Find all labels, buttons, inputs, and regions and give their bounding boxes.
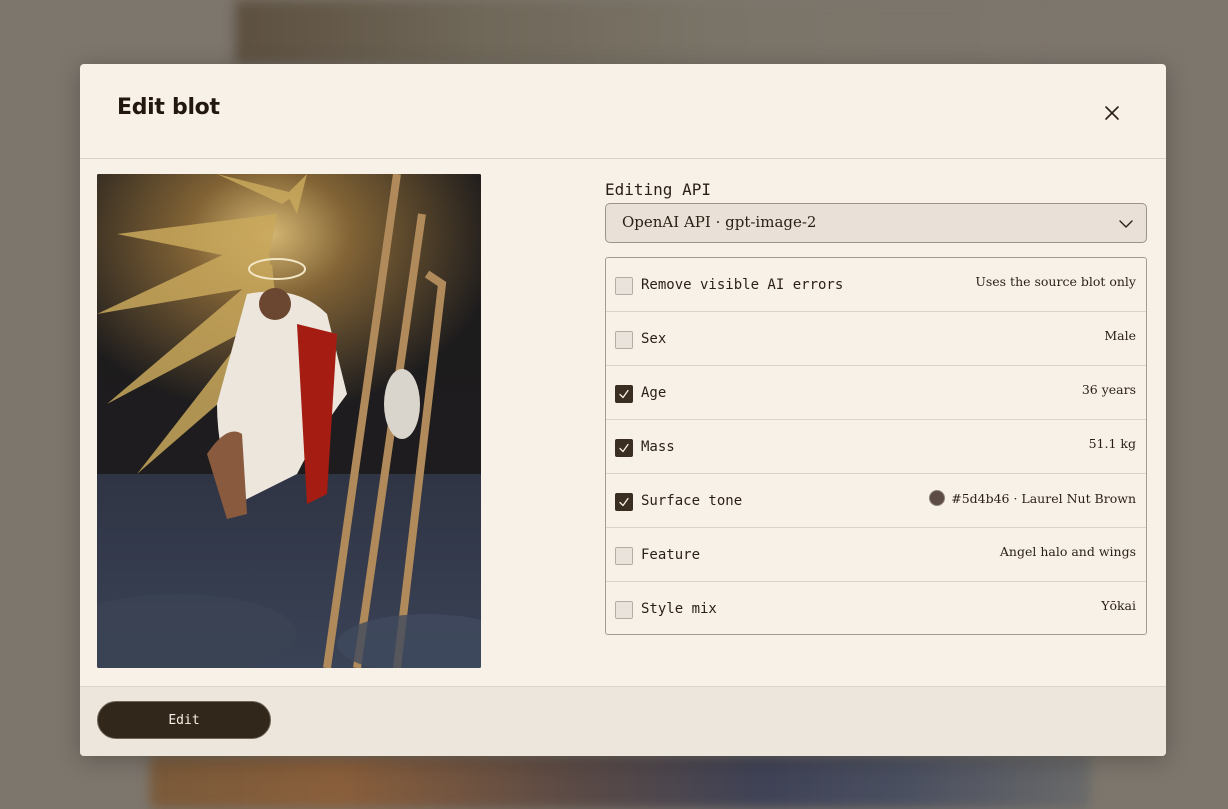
- close-icon[interactable]: [1100, 101, 1124, 125]
- option-row[interactable]: Remove visible AI errors Uses the source …: [606, 258, 1146, 312]
- edit-button[interactable]: Edit: [97, 701, 271, 739]
- option-row[interactable]: Sex Male: [606, 312, 1146, 366]
- option-value-text: Male: [1104, 328, 1136, 343]
- check-icon: [619, 443, 629, 453]
- option-checkbox[interactable]: [615, 493, 633, 511]
- option-value-text: 51.1 kg: [1088, 436, 1136, 451]
- option-checkbox[interactable]: [615, 439, 633, 457]
- option-value: 51.1 kg: [1089, 436, 1136, 451]
- option-row[interactable]: Surface tone #5d4b46 · Laurel Nut Brown: [606, 474, 1146, 528]
- editing-api-select[interactable]: OpenAI API · gpt-image-2: [605, 203, 1147, 243]
- option-value: #5d4b46 · Laurel Nut Brown: [929, 490, 1136, 506]
- option-value: Yōkai: [1101, 598, 1136, 613]
- option-row[interactable]: Age 36 years: [606, 366, 1146, 420]
- option-label: Feature: [641, 547, 701, 563]
- option-row[interactable]: Mass 51.1 kg: [606, 420, 1146, 474]
- option-value-text: #5d4b46 · Laurel Nut Brown: [951, 491, 1136, 506]
- dialog-title: Edit blot: [117, 95, 220, 120]
- option-checkbox[interactable]: [615, 385, 633, 403]
- edit-blot-dialog: Edit blot Editing API OpenAI API · gpt-i…: [80, 64, 1166, 756]
- option-label: Sex: [641, 331, 667, 347]
- editing-api-selected-value: OpenAI API · gpt-image-2: [622, 213, 817, 231]
- option-checkbox[interactable]: [615, 277, 633, 295]
- option-row[interactable]: Style mix Yōkai: [606, 582, 1146, 635]
- option-value-text: Angel halo and wings: [999, 544, 1136, 559]
- option-value-text: Yōkai: [1101, 598, 1136, 613]
- chevron-down-icon: [1118, 216, 1134, 232]
- blot-preview-image: [97, 174, 481, 668]
- check-icon: [619, 497, 629, 507]
- option-label: Remove visible AI errors: [641, 277, 844, 293]
- background-content-top: [235, 0, 1035, 64]
- option-checkbox[interactable]: [615, 601, 633, 619]
- option-label: Age: [641, 385, 667, 401]
- option-label: Mass: [641, 439, 675, 455]
- option-value: Male: [1104, 328, 1136, 343]
- option-label: Style mix: [641, 601, 717, 617]
- color-swatch: [929, 490, 946, 506]
- check-icon: [619, 389, 629, 399]
- dialog-header: Edit blot: [80, 64, 1166, 159]
- editing-api-label: Editing API: [605, 180, 711, 199]
- option-value: Angel halo and wings: [1000, 544, 1136, 559]
- option-value-text: Uses the source blot only: [975, 274, 1136, 289]
- option-value: 36 years: [1082, 382, 1136, 397]
- option-row[interactable]: Feature Angel halo and wings: [606, 528, 1146, 582]
- option-value-text: 36 years: [1081, 382, 1136, 397]
- option-value: Uses the source blot only: [975, 274, 1136, 289]
- option-checkbox[interactable]: [615, 331, 633, 349]
- option-checkbox[interactable]: [615, 547, 633, 565]
- option-label: Surface tone: [641, 493, 743, 509]
- edit-options-list: Remove visible AI errors Uses the source …: [605, 257, 1147, 635]
- dialog-footer: Edit: [80, 686, 1166, 756]
- background-content-bottom: [150, 756, 1090, 809]
